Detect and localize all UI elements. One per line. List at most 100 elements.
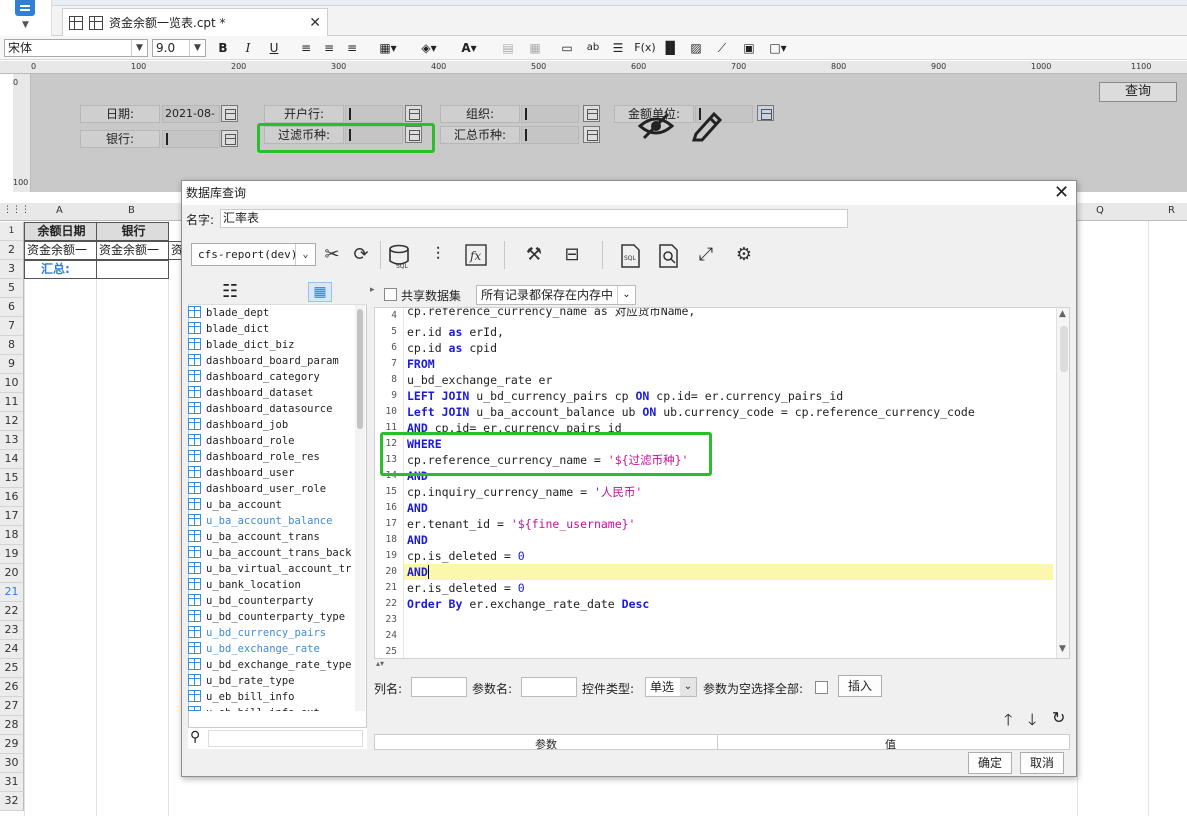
param-grid[interactable]: 参数 值 (374, 734, 1070, 751)
border-icon[interactable]: ▦▾ (374, 40, 402, 56)
row-header[interactable]: 25 (0, 659, 24, 678)
list-item[interactable]: blade_dict (188, 321, 352, 337)
param-name-input[interactable] (521, 677, 577, 697)
filter-sliders-icon[interactable]: ⫶ (426, 243, 450, 267)
list-item[interactable]: dashboard_job (188, 417, 352, 433)
row-header[interactable]: 5 (0, 279, 24, 298)
row-header[interactable]: 26 (0, 678, 24, 697)
col-header-q[interactable]: Q (1096, 205, 1104, 216)
row-header[interactable]: 9 (0, 355, 24, 374)
open-bank-picker-icon[interactable] (405, 105, 422, 122)
ok-button[interactable]: 确定 (968, 752, 1012, 774)
list-item[interactable]: u_bd_rate_type (188, 673, 352, 689)
bank-input[interactable] (162, 130, 220, 148)
fill-color-icon[interactable]: ◈▾ (415, 40, 443, 56)
close-icon[interactable]: ✕ (1054, 183, 1069, 203)
col-header-a[interactable]: A (56, 205, 63, 216)
row-header[interactable]: 20 (0, 564, 24, 583)
list-item[interactable]: blade_dict_biz (188, 337, 352, 353)
insert-text-icon[interactable]: ▭ (558, 40, 576, 56)
font-name-select[interactable]: 宋体 ▼ (4, 39, 148, 57)
eye-hidden-icon[interactable] (636, 110, 676, 142)
sql-database-icon[interactable]: SQL (387, 243, 413, 269)
cell-b2[interactable]: 资金余额一 (96, 241, 169, 260)
list-item[interactable]: u_ba_account_trans (188, 529, 352, 545)
row-header[interactable]: 17 (0, 507, 24, 526)
memory-option-select[interactable]: 所有记录都保存在内存中 ⌄ (476, 285, 636, 305)
insert-button[interactable]: 插入 (838, 675, 882, 697)
resize-arrows-icon[interactable]: ▴▾ (376, 659, 384, 668)
cell-a2[interactable]: 资金余额一 (24, 241, 97, 260)
row-header[interactable]: 16 (0, 488, 24, 507)
list-item[interactable]: u_ba_account (188, 497, 352, 513)
list-item[interactable]: u_bank_location (188, 577, 352, 593)
list-item[interactable]: blade_dept (188, 305, 352, 321)
list-item-highlighted[interactable]: u_ba_account_balance (188, 513, 352, 529)
list-item[interactable]: u_eb_bill_info_ext (188, 705, 352, 711)
row-header[interactable]: 6 (0, 298, 24, 317)
list-scrollbar[interactable] (355, 305, 365, 711)
scroll-thumb[interactable] (1060, 326, 1068, 372)
list-item[interactable]: dashboard_user (188, 465, 352, 481)
refresh-icon[interactable]: ⟳ (349, 243, 373, 267)
font-size-select[interactable]: 9.0 ▼ (152, 39, 206, 57)
close-tab-icon[interactable]: ✕ (309, 15, 321, 31)
row-header[interactable]: 23 (0, 621, 24, 640)
function-icon[interactable]: fx (464, 243, 488, 267)
cancel-button[interactable]: 取消 (1020, 752, 1064, 774)
row-header[interactable]: 28 (0, 716, 24, 735)
list-item[interactable]: dashboard_user_role (188, 481, 352, 497)
align-center-icon[interactable]: ≡ (321, 40, 337, 56)
table-view-icon[interactable]: ▦ (308, 282, 332, 302)
editor-scrollbar[interactable]: ▲ ▼ (1056, 308, 1069, 658)
row-header[interactable]: 7 (0, 317, 24, 336)
row-header[interactable]: 19 (0, 545, 24, 564)
cell-b3[interactable] (96, 260, 169, 279)
shared-dataset-checkbox[interactable] (384, 288, 397, 301)
row-header[interactable]: 11 (0, 393, 24, 412)
insert-abc-icon[interactable]: ab (584, 40, 602, 56)
italic-icon[interactable]: I (241, 40, 255, 56)
insert-richtext-icon[interactable]: ☰ (610, 40, 626, 56)
font-color-icon[interactable]: A▾ (454, 40, 484, 56)
row-header[interactable]: 13 (0, 431, 24, 450)
edit-pencil-icon[interactable] (690, 108, 722, 142)
row-header[interactable]: 22 (0, 602, 24, 621)
insert-more-icon[interactable]: □▾ (766, 40, 790, 56)
list-view-icon[interactable]: ☷ (222, 282, 238, 302)
empty-select-all-checkbox[interactable] (815, 681, 828, 694)
col-header-b[interactable]: B (128, 205, 135, 216)
date-input[interactable]: 2021-08- (162, 105, 220, 123)
col-header-r[interactable]: R (1168, 205, 1175, 216)
row-header[interactable]: 10 (0, 374, 24, 393)
expand-icon[interactable]: ⤢ (694, 243, 718, 267)
row-header[interactable]: 30 (0, 754, 24, 773)
file-tab[interactable]: 资金余额一览表.cpt * ✕ (62, 8, 328, 36)
row-header[interactable]: 31 (0, 773, 24, 792)
cell-c2[interactable]: 资 (168, 241, 182, 260)
row-header[interactable]: 3 (0, 260, 24, 279)
scroll-down-icon[interactable]: ▼ (1059, 644, 1066, 654)
gear-icon[interactable]: ⚙ (732, 243, 756, 267)
refresh-params-icon[interactable]: ↻ (1052, 708, 1065, 727)
sql-file-icon[interactable]: SQL (618, 243, 642, 269)
connection-settings-icon[interactable]: ✂ (320, 243, 344, 267)
column-name-input[interactable] (411, 677, 467, 697)
preview-icon[interactable] (656, 243, 680, 269)
row-header[interactable]: 12 (0, 412, 24, 431)
cell-b1[interactable]: 银行 (96, 222, 169, 241)
sum-currency-picker-icon[interactable] (583, 126, 600, 143)
list-item[interactable]: dashboard_datasource (188, 401, 352, 417)
list-item[interactable]: dashboard_dataset (188, 385, 352, 401)
app-menu-button[interactable]: ▼ (0, 0, 52, 36)
page-break-icon[interactable]: ⊟ (560, 243, 584, 267)
table-search[interactable]: ⚲ (188, 727, 367, 749)
org-picker-icon[interactable] (583, 105, 600, 122)
list-item[interactable]: dashboard_board_param (188, 353, 352, 369)
scroll-up-icon[interactable]: ▲ (1059, 309, 1066, 319)
list-item[interactable]: dashboard_role (188, 433, 352, 449)
list-item[interactable]: u_bd_counterparty (188, 593, 352, 609)
row-header[interactable]: 21 (0, 583, 24, 602)
row-header[interactable]: 27 (0, 697, 24, 716)
insert-image-icon[interactable]: ▨ (687, 40, 705, 56)
